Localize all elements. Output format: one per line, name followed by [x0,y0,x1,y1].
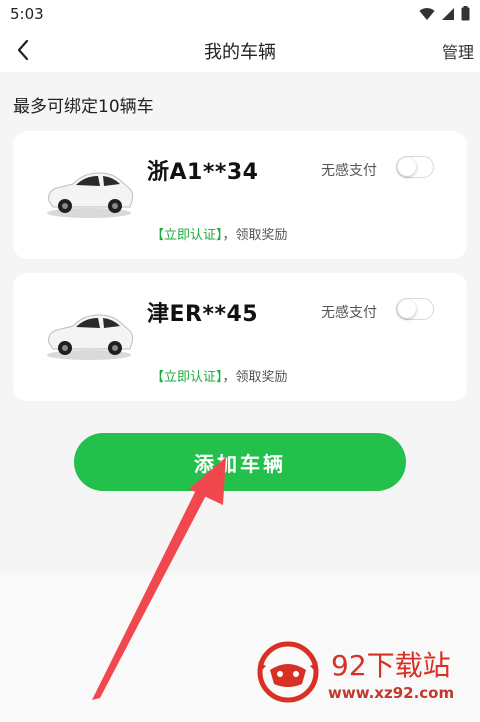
nav-bar: 我的车辆 管理 [0,28,480,72]
verify-row: 【立即认证】，领取奖励 [151,366,288,385]
verify-suffix: ，领取奖励 [222,228,288,243]
car-icon [47,314,134,360]
toggle-knob [398,300,416,318]
pay-label: 无感支付 [321,163,377,179]
vehicle-limit-text: 最多可绑定10辆车 [13,97,154,117]
page-title: 我的车辆 [204,42,276,63]
watermark-logo-icon [257,641,319,703]
status-bar: 5:03 [0,0,480,28]
wifi-icon [419,7,435,20]
senseless-pay-toggle[interactable] [396,298,434,320]
senseless-pay-toggle[interactable] [396,156,434,178]
plate-number: 津ER**45 [147,302,259,327]
vehicle-card[interactable]: 浙A1**34 无感支付 【立即认证】，领取奖励 [13,131,467,259]
toggle-knob [398,158,416,176]
vehicle-card[interactable]: 津ER**45 无感支付 【立即认证】，领取奖励 [13,273,467,401]
battery-icon [461,6,470,21]
manage-button[interactable]: 管理 [442,39,474,63]
signal-icon [442,7,454,20]
verify-row: 【立即认证】，领取奖励 [151,224,288,243]
status-icons [419,6,470,21]
verify-link[interactable]: 【立即认证】 [151,370,223,385]
plate-number: 浙A1**34 [147,160,259,185]
watermark: 92下载站 www.xz92.com [236,618,476,718]
add-vehicle-button[interactable]: 添加车辆 [74,433,406,491]
verify-link[interactable]: 【立即认证】 [151,228,223,243]
status-time: 5:03 [10,5,44,23]
watermark-title: 92下载站 [331,649,451,682]
car-icon [47,172,134,218]
watermark-url: www.xz92.com [328,684,455,702]
pay-label: 无感支付 [321,305,377,321]
verify-suffix: ，领取奖励 [222,370,288,385]
